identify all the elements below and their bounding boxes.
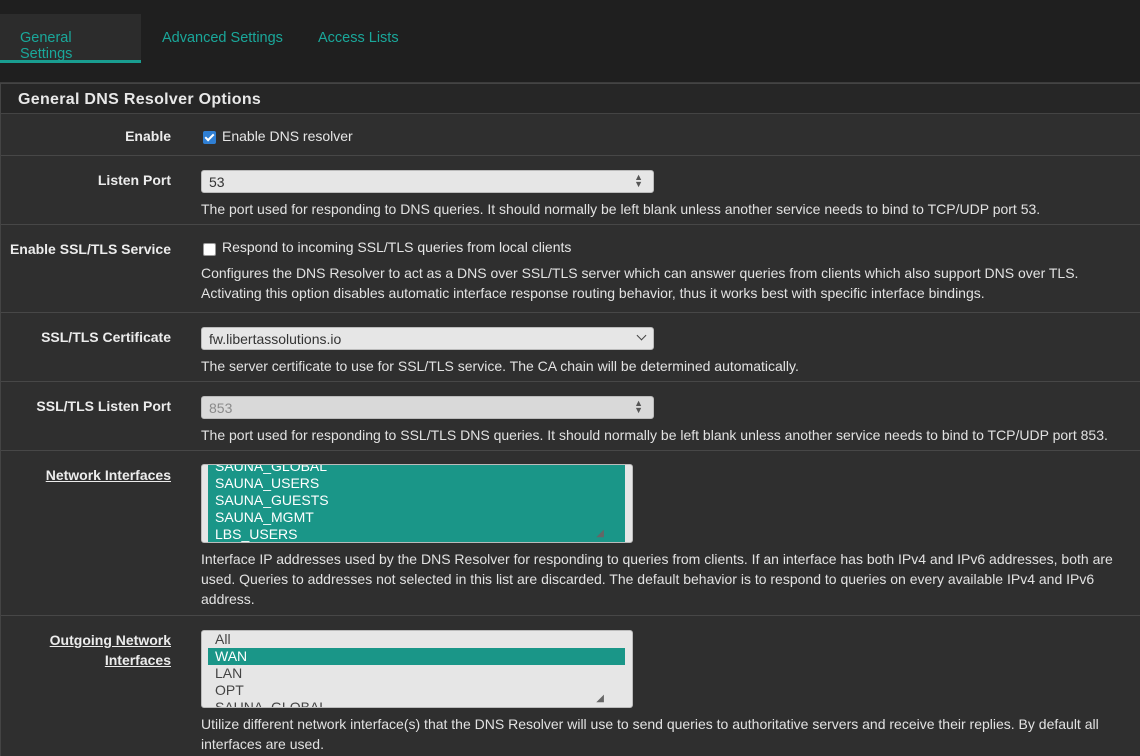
- enable-label: Enable: [125, 128, 171, 144]
- list-item[interactable]: SAUNA_GLOBAL: [208, 465, 625, 475]
- row-ssl-service: Enable SSL/TLS Service Respond to incomi…: [1, 225, 1140, 313]
- panel-header: General DNS Resolver Options: [1, 83, 1140, 114]
- dns-resolver-panel: General DNS Resolver Options Enable Enab…: [0, 83, 1140, 756]
- outgoing-interfaces-label[interactable]: Outgoing Network Interfaces: [50, 630, 171, 670]
- list-item[interactable]: OPT: [208, 682, 625, 699]
- ssl-port-input[interactable]: 853 ▲ ▼: [201, 396, 654, 419]
- outgoing-interfaces-listbox[interactable]: All WAN LAN OPT SAUNA_GLOBAL ◢: [201, 630, 633, 708]
- list-item[interactable]: SAUNA_GUESTS: [208, 492, 625, 509]
- enable-dns-checkbox[interactable]: [203, 131, 216, 144]
- tab-general-settings[interactable]: General Settings: [0, 14, 141, 63]
- listen-port-label: Listen Port: [97, 172, 171, 188]
- ssl-service-checkbox[interactable]: [203, 243, 216, 256]
- row-enable: Enable Enable DNS resolver: [1, 114, 1140, 156]
- outgoing-interfaces-label-line2: Interfaces: [104, 652, 171, 668]
- outgoing-interfaces-label-line1: Outgoing Network: [49, 632, 171, 648]
- ssl-cert-help: The server certificate to use for SSL/TL…: [201, 358, 799, 374]
- row-network-interfaces: Network Interfaces SAUNA_GLOBAL SAUNA_US…: [1, 451, 1140, 616]
- tab-bar: General Settings Advanced Settings Acces…: [0, 0, 1140, 83]
- panel-title: General DNS Resolver Options: [18, 91, 262, 108]
- list-item[interactable]: LBS_USERS: [208, 526, 625, 542]
- resize-handle-icon[interactable]: ◢: [596, 693, 604, 704]
- listen-port-value: 53: [209, 174, 225, 190]
- network-interfaces-label[interactable]: Network Interfaces: [46, 465, 171, 485]
- ssl-cert-select[interactable]: fw.libertassolutions.io: [201, 327, 654, 350]
- ssl-service-label: Enable SSL/TLS Service: [9, 241, 171, 257]
- ssl-cert-label: SSL/TLS Certificate: [41, 329, 171, 345]
- list-item[interactable]: SAUNA_GLOBAL: [208, 699, 625, 707]
- ssl-port-placeholder: 853: [209, 400, 233, 416]
- row-outgoing-interfaces: Outgoing Network Interfaces All WAN LAN …: [1, 616, 1140, 756]
- outgoing-interfaces-help: Utilize different network interface(s) t…: [201, 716, 1099, 752]
- ssl-service-help: Configures the DNS Resolver to act as a …: [201, 265, 1079, 301]
- list-item[interactable]: LAN: [208, 665, 625, 682]
- tab-access-lists[interactable]: Access Lists: [298, 14, 419, 63]
- chevron-down-icon: [636, 330, 647, 341]
- listen-port-input[interactable]: 53 ▲ ▼: [201, 170, 654, 193]
- ssl-port-help: The port used for responding to SSL/TLS …: [201, 427, 1108, 443]
- list-item[interactable]: All: [208, 631, 625, 648]
- spinner-icon[interactable]: ▲ ▼: [634, 399, 643, 415]
- list-item[interactable]: SAUNA_USERS: [208, 475, 625, 492]
- row-ssl-listen-port: SSL/TLS Listen Port 853 ▲ ▼ The port used…: [1, 382, 1140, 451]
- network-interfaces-help: Interface IP addresses used by the DNS R…: [201, 551, 1113, 607]
- ssl-port-label: SSL/TLS Listen Port: [36, 398, 171, 414]
- list-item[interactable]: SAUNA_MGMT: [208, 509, 625, 526]
- enable-dns-checkbox-label[interactable]: Enable DNS resolver: [222, 128, 353, 144]
- row-ssl-certificate: SSL/TLS Certificate fw.libertassolutions…: [1, 313, 1140, 382]
- tab-advanced-settings[interactable]: Advanced Settings: [142, 14, 303, 63]
- spinner-icon[interactable]: ▲ ▼: [634, 173, 643, 189]
- resize-handle-icon[interactable]: ◢: [596, 528, 604, 539]
- ssl-service-checkbox-label[interactable]: Respond to incoming SSL/TLS queries from…: [222, 239, 571, 255]
- ssl-cert-value: fw.libertassolutions.io: [209, 331, 342, 347]
- list-item[interactable]: WAN: [208, 648, 625, 665]
- listen-port-help: The port used for responding to DNS quer…: [201, 201, 1041, 217]
- row-listen-port: Listen Port 53 ▲ ▼ The port used for resp…: [1, 156, 1140, 225]
- network-interfaces-listbox[interactable]: SAUNA_GLOBAL SAUNA_USERS SAUNA_GUESTS SA…: [201, 464, 633, 543]
